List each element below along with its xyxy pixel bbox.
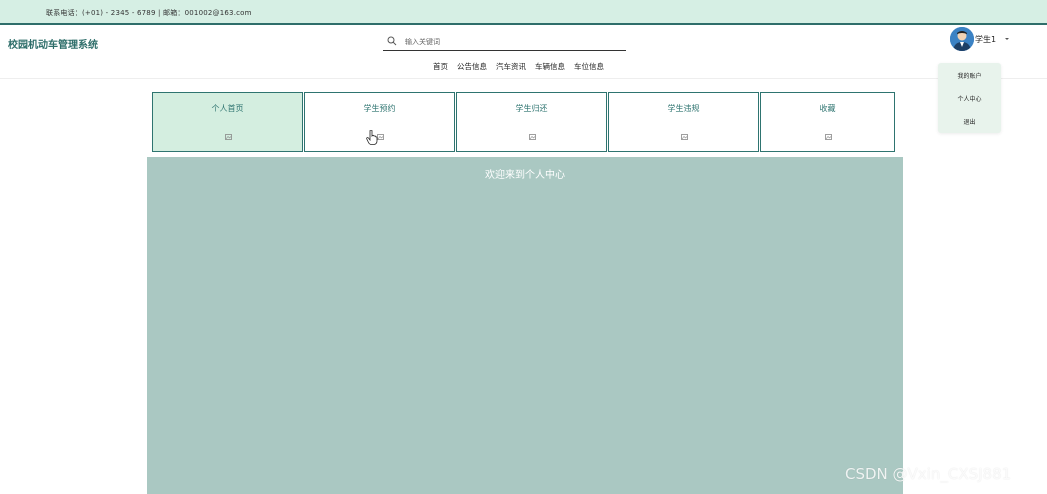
tab-label: 个人首页 [211,104,244,113]
placeholder-icon [681,134,688,140]
placeholder-icon [825,134,832,140]
main-nav: 首页 公告信息 汽车资讯 车辆信息 车位信息 [433,61,604,72]
contact-info: 联系电话：(+01) - 2345 - 6789 | 邮箱：001002@163… [46,9,252,17]
site-header: 校园机动车管理系统 首页 公告信息 汽车资讯 车辆信息 车位信息 学生1 [0,27,1047,79]
tab-student-return[interactable]: 学生归还 [456,92,607,152]
user-name[interactable]: 学生1 [975,34,996,45]
user-avatar-icon [950,27,974,51]
tab-student-violation[interactable]: 学生违规 [608,92,759,152]
search-input[interactable] [405,35,615,48]
nav-parking-info[interactable]: 车位信息 [574,61,604,72]
tab-label: 学生违规 [667,104,700,113]
user-menu[interactable]: 学生1 [950,27,1009,51]
center-tabs: 个人首页 学生预约 学生归还 学生违规 收藏 [152,92,896,152]
nav-home[interactable]: 首页 [433,61,448,72]
watermark: CSDN @Vxin_CXSJ881 [845,465,1012,483]
tab-student-reservation[interactable]: 学生预约 [304,92,455,152]
nav-vehicle-info[interactable]: 车辆信息 [535,61,565,72]
tab-favorites[interactable]: 收藏 [760,92,895,152]
user-dropdown: 我的账户 个人中心 退出 [938,63,1001,133]
tab-label: 学生预约 [363,104,396,113]
tab-label: 学生归还 [515,104,548,113]
personal-center-panel: 欢迎来到个人中心 [147,157,903,494]
nav-car-news[interactable]: 汽车资讯 [496,61,526,72]
hand-cursor-icon [366,130,378,145]
tab-label: 收藏 [819,104,836,113]
placeholder-icon [225,134,232,140]
chevron-down-icon[interactable] [1005,38,1009,40]
welcome-text: 欢迎来到个人中心 [485,170,565,181]
placeholder-icon [529,134,536,140]
search-icon[interactable] [387,36,397,46]
nav-announcements[interactable]: 公告信息 [457,61,487,72]
top-info-bar: 联系电话：(+01) - 2345 - 6789 | 邮箱：001002@163… [0,0,1047,25]
site-title[interactable]: 校园机动车管理系统 [8,36,98,51]
placeholder-icon [377,134,384,140]
tab-personal-home[interactable]: 个人首页 [152,92,303,152]
dropdown-personal-center[interactable]: 个人中心 [938,94,1001,103]
dropdown-logout[interactable]: 退出 [938,117,1001,126]
dropdown-my-account[interactable]: 我的账户 [938,71,1001,80]
avatar[interactable] [950,27,974,51]
search-bar[interactable] [383,33,626,51]
